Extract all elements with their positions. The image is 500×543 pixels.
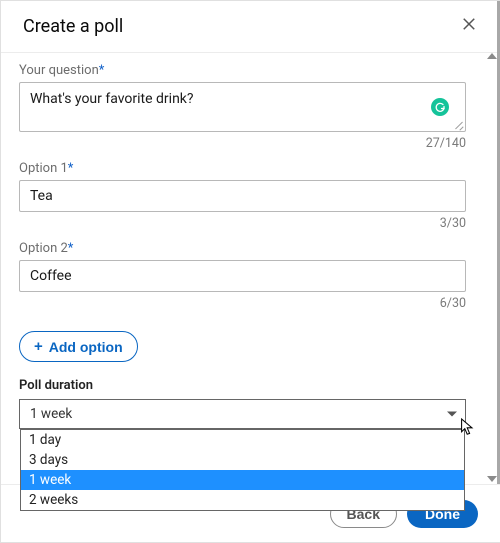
add-option-button[interactable]: + Add option: [19, 331, 138, 362]
chevron-down-icon: [447, 412, 457, 417]
duration-dropdown[interactable]: 1 day 3 days 1 week 2 weeks: [20, 429, 465, 511]
page-title: Create a poll: [23, 16, 123, 37]
option2-counter: 6/30: [19, 296, 466, 311]
scroll-up-icon[interactable]: [487, 53, 497, 59]
option1-counter: 3/30: [19, 216, 466, 231]
option2-input[interactable]: [20, 261, 465, 291]
duration-option-1week[interactable]: 1 week: [21, 470, 464, 490]
grammarly-icon[interactable]: [431, 98, 449, 116]
option2-label: Option 2*: [19, 241, 466, 256]
option1-label: Option 1*: [19, 161, 466, 176]
scroll-down-icon[interactable]: [487, 476, 497, 482]
question-label: Your question*: [19, 63, 466, 78]
duration-select[interactable]: 1 week 1 day 3 days 1 week 2 weeks: [19, 399, 466, 429]
add-option-label: Add option: [49, 339, 123, 355]
scrollbar[interactable]: [488, 51, 496, 484]
duration-option-1day[interactable]: 1 day: [21, 430, 464, 450]
option1-input-wrap[interactable]: [19, 180, 466, 212]
duration-option-2weeks[interactable]: 2 weeks: [21, 490, 464, 510]
question-input-wrap[interactable]: What's your favorite drink?: [19, 82, 466, 132]
question-counter: 27/140: [19, 136, 466, 151]
question-input[interactable]: What's your favorite drink?: [20, 83, 465, 131]
duration-label: Poll duration: [19, 378, 466, 393]
close-icon[interactable]: [460, 15, 478, 38]
duration-option-3days[interactable]: 3 days: [21, 450, 464, 470]
duration-selected-value: 1 week: [30, 406, 72, 422]
option2-input-wrap[interactable]: [19, 260, 466, 292]
option1-input[interactable]: [20, 181, 465, 211]
plus-icon: +: [34, 338, 43, 355]
